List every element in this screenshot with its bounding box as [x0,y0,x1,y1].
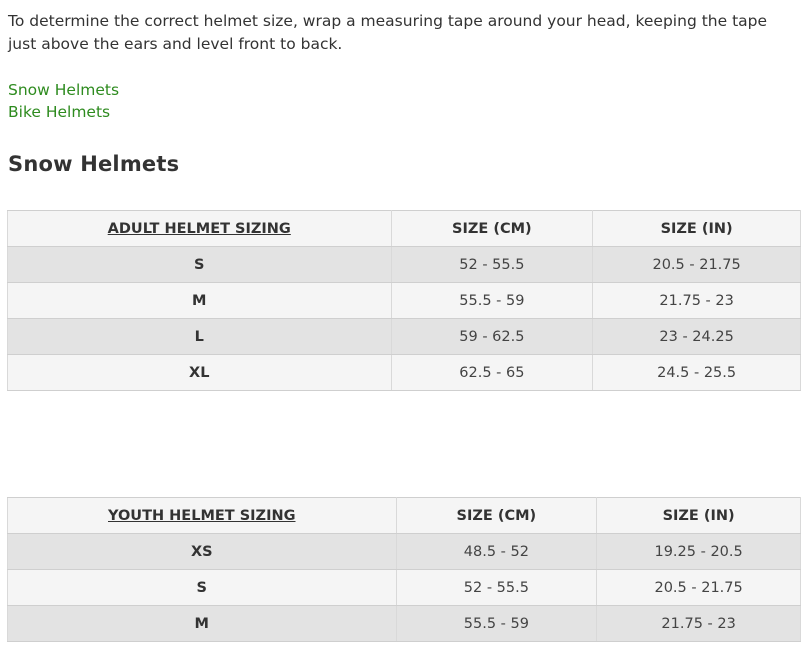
table-header-row: YOUTH HELMET SIZING SIZE (CM) SIZE (IN) [7,497,801,534]
size-name-cell: L [7,318,392,355]
section-title: Snow Helmets [8,152,180,176]
table-row: XL 62.5 - 65 24.5 - 25.5 [7,354,801,391]
size-name-cell: M [7,282,392,319]
size-name-cell: S [7,569,397,606]
adult-header-cm: SIZE (CM) [390,210,594,247]
size-in-cell: 21.75 - 23 [592,282,801,319]
size-name-cell: M [7,605,397,642]
table-header-row: ADULT HELMET SIZING SIZE (CM) SIZE (IN) [7,210,801,247]
size-in-cell: 19.25 - 20.5 [596,533,801,570]
size-in-cell: 20.5 - 21.75 [596,569,801,606]
youth-header-cm: SIZE (CM) [395,497,598,534]
adult-sizing-table: ADULT HELMET SIZING SIZE (CM) SIZE (IN) … [7,210,801,391]
table-row: M 55.5 - 59 21.75 - 23 [7,282,801,319]
table-row: XS 48.5 - 52 19.25 - 20.5 [7,533,801,570]
table-row: M 55.5 - 59 21.75 - 23 [7,605,801,642]
table-row: S 52 - 55.5 20.5 - 21.75 [7,246,801,283]
size-cm-cell: 55.5 - 59 [395,605,598,642]
size-cm-cell: 55.5 - 59 [390,282,594,319]
size-cm-cell: 52 - 55.5 [390,246,594,283]
size-name-cell: XS [7,533,397,570]
size-in-cell: 20.5 - 21.75 [592,246,801,283]
youth-header-label: YOUTH HELMET SIZING [7,497,397,534]
intro-text: To determine the correct helmet size, wr… [8,12,768,53]
size-in-cell: 21.75 - 23 [596,605,801,642]
adult-header-in: SIZE (IN) [592,210,801,247]
snow-helmets-link[interactable]: Snow Helmets [8,79,119,101]
size-cm-cell: 52 - 55.5 [395,569,598,606]
table-row: S 52 - 55.5 20.5 - 21.75 [7,569,801,606]
adult-header-label: ADULT HELMET SIZING [7,210,392,247]
size-cm-cell: 59 - 62.5 [390,318,594,355]
bike-helmets-link[interactable]: Bike Helmets [8,101,110,123]
size-in-cell: 24.5 - 25.5 [592,354,801,391]
youth-sizing-table: YOUTH HELMET SIZING SIZE (CM) SIZE (IN) … [7,497,801,642]
youth-header-in: SIZE (IN) [596,497,801,534]
size-name-cell: S [7,246,392,283]
size-name-cell: XL [7,354,392,391]
size-in-cell: 23 - 24.25 [592,318,801,355]
table-row: L 59 - 62.5 23 - 24.25 [7,318,801,355]
size-cm-cell: 62.5 - 65 [390,354,594,391]
size-cm-cell: 48.5 - 52 [395,533,598,570]
